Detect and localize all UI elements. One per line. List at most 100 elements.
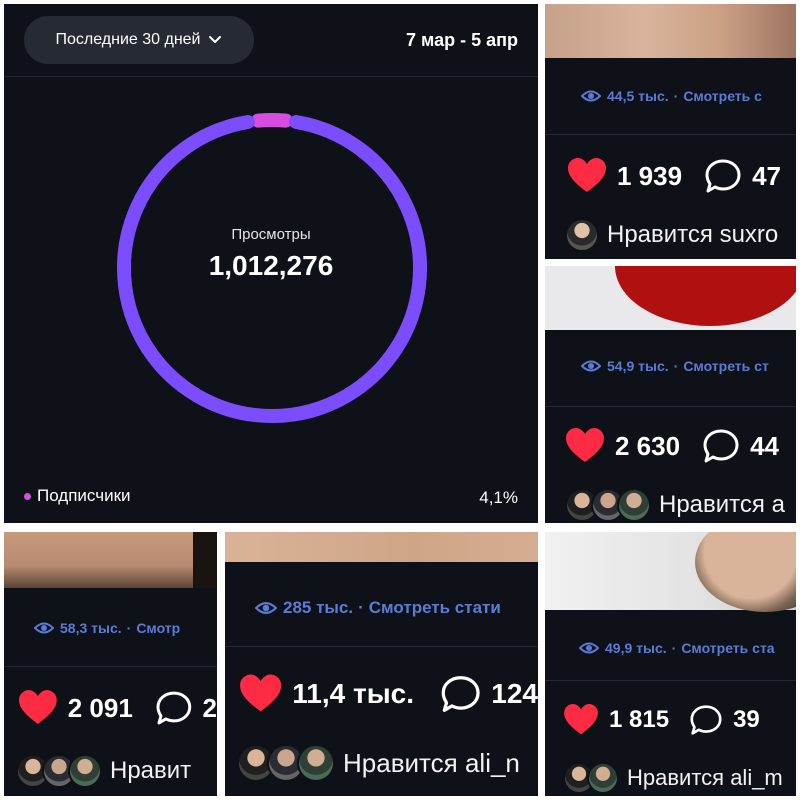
post-card-2[interactable]: 54,9 тыс. · Смотреть ст 2 630 44 Нравитс… [545,266,796,523]
heart-icon[interactable] [567,158,607,194]
dot-separator: · [671,640,677,656]
engagement-row: 1 939 47 [567,158,796,194]
liked-by-row[interactable]: Нравится а [565,488,796,522]
dot-separator: · [358,598,364,617]
liker-avatars [565,488,651,522]
insights-panel: Последние 30 дней 7 мар - 5 апр Просмотр… [4,4,538,523]
post-card-4[interactable]: 285 тыс. · Смотреть стати 11,4 тыс. 124 … [225,532,538,796]
avatar [617,488,651,522]
heart-icon[interactable] [18,690,58,726]
photo-red-shape [615,266,796,326]
post-photo [4,532,217,588]
post-photo [225,532,538,562]
comments-count: 124 [491,678,538,709]
engagement-row: 2 091 2 [18,690,217,726]
liked-by-text: Нравится suxro [607,221,779,248]
divider [545,406,796,407]
likes-count: 2 091 [67,692,133,723]
liked-by-row[interactable]: Нравит [16,754,217,788]
liker-avatars [565,218,599,252]
views-count: 44,5 тыс. [607,88,669,104]
likes-count: 1 815 [609,706,670,733]
comment-icon[interactable] [155,690,193,726]
divider [545,680,796,681]
likes-count: 11,4 тыс. [292,678,414,709]
legend-percent: 4,1% [479,488,518,507]
header-divider [4,76,538,77]
views-row[interactable]: 54,9 тыс. · Смотреть ст [581,358,796,374]
eye-icon [581,360,601,372]
heart-icon[interactable] [563,704,599,736]
photo-shoulder [695,532,796,612]
liker-avatars [563,762,619,794]
views-row[interactable]: 58,3 тыс. · Смотр [34,620,217,636]
liker-avatars [16,754,102,788]
likes-count: 2 630 [615,430,681,461]
post-photo [545,266,796,330]
comments-count: 39 [733,706,760,733]
comments-count: 47 [752,160,781,191]
eye-icon [34,622,54,634]
comment-icon[interactable] [440,674,481,714]
avatar [565,218,599,252]
post-photo [545,532,796,612]
eye-icon [579,642,599,654]
post-card-3[interactable]: 58,3 тыс. · Смотр 2 091 2 Нравит [4,532,217,796]
legend-dot [24,492,31,500]
period-selector-label: Последние 30 дней [55,31,201,48]
liked-by-text: Нравится ali_m [627,765,783,790]
comments-count: 2 [202,692,217,723]
engagement-row: 2 630 44 [565,428,796,464]
ring-value: 1,012,276 [208,250,334,281]
view-stats-link[interactable]: Смотреть стати [369,598,501,618]
views-count: 58,3 тыс. [60,620,122,636]
dot-separator: · [673,88,679,104]
avatar [587,762,619,794]
views-count: 49,9 тыс. [605,640,667,656]
chevron-down-icon [209,36,222,43]
avatar [297,744,335,782]
heart-icon[interactable] [239,674,282,714]
likes-count: 1 939 [617,160,683,191]
view-stats-link[interactable]: Смотреть с [683,88,762,104]
liked-by-text: Нравится ali_n [343,747,520,778]
ring-segment-followers [251,113,293,128]
ring-label: Просмотры [231,226,311,243]
eye-icon [255,601,277,615]
liked-by-row[interactable]: Нравится ali_n [237,744,538,782]
view-stats-link[interactable]: Смотреть ста [681,640,774,656]
dot-separator: · [126,620,132,636]
liked-by-row[interactable]: Нравится ali_m [563,762,796,794]
post-card-5[interactable]: 49,9 тыс. · Смотреть ста 1 815 39 Нравит… [545,532,796,796]
liker-avatars [237,744,335,782]
views-row[interactable]: 49,9 тыс. · Смотреть ста [579,640,796,656]
period-selector[interactable]: Последние 30 дней [24,16,254,64]
views-row[interactable]: 285 тыс. · Смотреть стати [255,598,538,618]
views-count: 54,9 тыс. [607,358,669,374]
avatar [68,754,102,788]
view-stats-link[interactable]: Смотреть ст [683,358,769,374]
liked-by-text: Нравится а [659,491,785,518]
dot-separator: · [673,358,679,374]
view-stats-link[interactable]: Смотр [136,620,180,636]
comment-icon[interactable] [704,158,742,194]
liked-by-row[interactable]: Нравится suxro [565,218,796,252]
post-card-1[interactable]: 44,5 тыс. · Смотреть с 1 939 47 Нравится… [545,4,796,259]
divider [545,134,796,135]
legend-label: Подписчики [37,486,131,505]
comment-icon[interactable] [689,704,723,736]
comment-icon[interactable] [702,428,740,464]
photo-dark-edge [193,532,217,588]
eye-icon [581,90,601,102]
divider [225,646,538,647]
divider [4,666,217,667]
views-row[interactable]: 44,5 тыс. · Смотреть с [581,88,796,104]
date-range: 7 мар - 5 апр [406,30,518,50]
post-photo [545,4,796,58]
views-count: 285 тыс. [283,598,354,617]
heart-icon[interactable] [565,428,605,464]
engagement-row: 11,4 тыс. 124 [239,674,538,714]
liked-by-text: Нравит [110,757,192,784]
engagement-row: 1 815 39 [563,704,796,736]
comments-count: 44 [750,430,779,461]
